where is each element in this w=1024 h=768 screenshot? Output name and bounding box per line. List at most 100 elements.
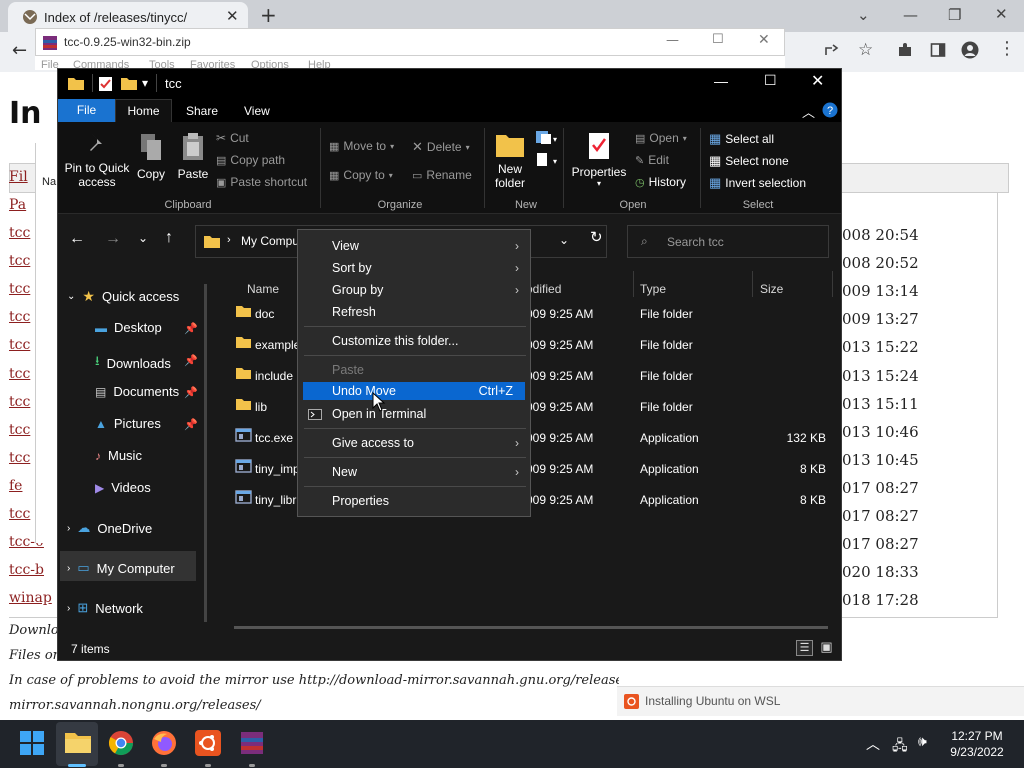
directory-link[interactable]: tcc — [9, 309, 30, 325]
nav-pictures[interactable]: ▲ Pictures — [95, 416, 161, 431]
ctx-properties[interactable]: Properties — [303, 491, 525, 511]
nav-onedrive[interactable]: › ☁ OneDrive — [67, 520, 152, 536]
ctx-view[interactable]: View › — [303, 236, 525, 256]
directory-link[interactable]: tcc — [9, 337, 30, 353]
winrar-icon[interactable] — [239, 730, 267, 758]
directory-link[interactable]: tcc — [9, 422, 30, 438]
directory-link[interactable]: fe — [9, 478, 22, 494]
chevron-down-icon[interactable]: ⌄ — [559, 233, 569, 247]
maximize-icon[interactable]: ☐ — [764, 72, 777, 89]
ctx-undo-move[interactable]: Undo Move Ctrl+Z — [303, 382, 525, 400]
nav-downloads[interactable]: ⭳ Downloads — [95, 352, 171, 374]
ctx-new[interactable]: New › — [303, 462, 525, 482]
column-header-type[interactable]: Type — [640, 282, 666, 296]
side-panel-icon[interactable] — [930, 42, 946, 58]
nav-documents[interactable]: ▤ Documents — [95, 384, 179, 399]
profile-avatar-icon[interactable] — [961, 41, 979, 59]
minimize-icon[interactable]: — — [666, 33, 679, 48]
windows-start-icon[interactable] — [19, 730, 47, 758]
pin-icon[interactable]: 📌 — [184, 322, 198, 335]
share-icon[interactable] — [824, 42, 840, 58]
clock-time[interactable]: 12:27 PM — [948, 729, 1006, 743]
ctx-customize-folder[interactable]: Customize this folder... — [303, 331, 525, 351]
volume-icon[interactable]: 🕪 — [918, 734, 927, 750]
new-tab-button[interactable]: + — [260, 3, 277, 27]
nav-network[interactable]: › ⊞ Network — [67, 600, 143, 616]
ctx-group-by[interactable]: Group by › — [303, 280, 525, 300]
new-folder-button[interactable]: New folder — [488, 132, 532, 190]
more-menu-icon[interactable]: ⋮ — [998, 38, 1016, 59]
extensions-puzzle-icon[interactable] — [897, 42, 913, 58]
nav-quick-access[interactable]: ⌄ ★ Quick access — [67, 288, 179, 305]
pin-icon[interactable]: 📌 — [184, 418, 198, 431]
column-divider[interactable] — [832, 271, 833, 297]
close-icon[interactable]: ✕ — [811, 71, 824, 91]
ctx-sort-by[interactable]: Sort by › — [303, 258, 525, 278]
properties-quick-icon[interactable] — [98, 76, 113, 92]
restore-icon[interactable]: ❐ — [948, 6, 961, 24]
cut-button[interactable]: ✂ Cut — [216, 131, 249, 145]
open-button[interactable]: ▤ Open ▾ — [635, 131, 687, 145]
chrome-icon[interactable] — [108, 730, 136, 758]
select-none-button[interactable]: ▦ Select none — [709, 153, 789, 169]
ctx-paste[interactable]: Paste — [303, 360, 525, 380]
directory-link[interactable]: tcc — [9, 281, 30, 297]
details-view-icon[interactable]: ☰ — [796, 640, 813, 656]
column-divider[interactable] — [633, 271, 634, 297]
ctx-open-terminal[interactable]: Open in Terminal — [303, 404, 525, 424]
copy-button[interactable]: Copy — [134, 132, 168, 181]
recent-locations-chevron-icon[interactable]: ⌄ — [138, 231, 148, 245]
properties-button[interactable]: Properties ▾ — [570, 132, 628, 189]
pin-icon[interactable]: 📌 — [184, 386, 198, 399]
paste-button[interactable]: Paste — [174, 132, 212, 181]
close-tab-icon[interactable]: ✕ — [226, 7, 239, 25]
copy-path-button[interactable]: ▤ Copy path — [216, 153, 285, 167]
tab-file[interactable]: File — [58, 99, 115, 122]
nav-scrollbar[interactable] — [204, 284, 207, 622]
search-box[interactable]: ⌕ Search tcc — [627, 225, 829, 258]
show-hidden-icons-chevron-icon[interactable]: ︿ — [866, 734, 880, 754]
nav-desktop[interactable]: ▬ Desktop — [95, 320, 162, 335]
tab-view[interactable]: View — [244, 104, 270, 118]
horizontal-scrollbar[interactable] — [234, 626, 828, 629]
help-icon[interactable]: ? — [822, 102, 838, 118]
directory-link[interactable]: Pa — [9, 197, 26, 213]
collapse-ribbon-icon[interactable]: ︿ — [802, 102, 815, 121]
large-icons-view-icon[interactable]: ▣ — [818, 640, 835, 656]
directory-link[interactable]: tcc — [9, 506, 30, 522]
back-arrow-icon[interactable]: ← — [12, 40, 27, 61]
nav-videos[interactable]: ▶ Videos — [95, 480, 151, 495]
paste-shortcut-button[interactable]: ▣ Paste shortcut — [216, 175, 307, 189]
firefox-icon[interactable] — [151, 730, 179, 758]
notification-bar[interactable]: Installing Ubuntu on WSL — [617, 686, 1024, 716]
back-arrow-icon[interactable]: ← — [69, 230, 85, 248]
column-header-date[interactable]: odified — [526, 282, 561, 296]
up-arrow-icon[interactable]: ↑ — [165, 229, 173, 247]
minimize-icon[interactable]: — — [903, 6, 918, 24]
move-to-button[interactable]: ▦ Move to ▾ — [329, 139, 394, 153]
chevron-down-icon[interactable]: ⌄ — [857, 6, 870, 24]
search-input[interactable]: Search tcc — [667, 235, 724, 249]
bookmark-star-icon[interactable]: ☆ — [858, 40, 873, 60]
maximize-icon[interactable]: ☐ — [712, 32, 724, 47]
nav-my-computer[interactable]: › ▭ My Computer — [67, 560, 175, 576]
nav-music[interactable]: ♪ Music — [95, 448, 142, 463]
customize-quick-access-icon[interactable]: ▾ — [142, 76, 148, 90]
file-explorer-icon[interactable] — [64, 730, 92, 758]
forward-arrow-icon[interactable]: → — [105, 230, 121, 248]
history-button[interactable]: ◷ History — [635, 175, 686, 189]
select-all-button[interactable]: ▦ Select all — [709, 131, 774, 147]
rename-button[interactable]: ▭ Rename — [412, 168, 472, 182]
directory-link[interactable]: tcc — [9, 394, 30, 410]
ctx-refresh[interactable]: Refresh — [303, 302, 525, 322]
new-folder-quick-icon[interactable] — [120, 76, 138, 91]
directory-link[interactable]: winap — [9, 590, 52, 606]
clock-date[interactable]: 9/23/2022 — [944, 745, 1010, 759]
breadcrumb[interactable]: My Compu — [241, 234, 299, 248]
column-divider[interactable] — [752, 271, 753, 297]
directory-link[interactable]: tcc — [9, 450, 30, 466]
copy-to-button[interactable]: ▦ Copy to ▾ — [329, 168, 393, 182]
easy-access-icon[interactable]: ▾ — [535, 152, 557, 168]
directory-link[interactable]: tcc — [9, 225, 30, 241]
tab-home[interactable]: Home — [115, 99, 172, 122]
